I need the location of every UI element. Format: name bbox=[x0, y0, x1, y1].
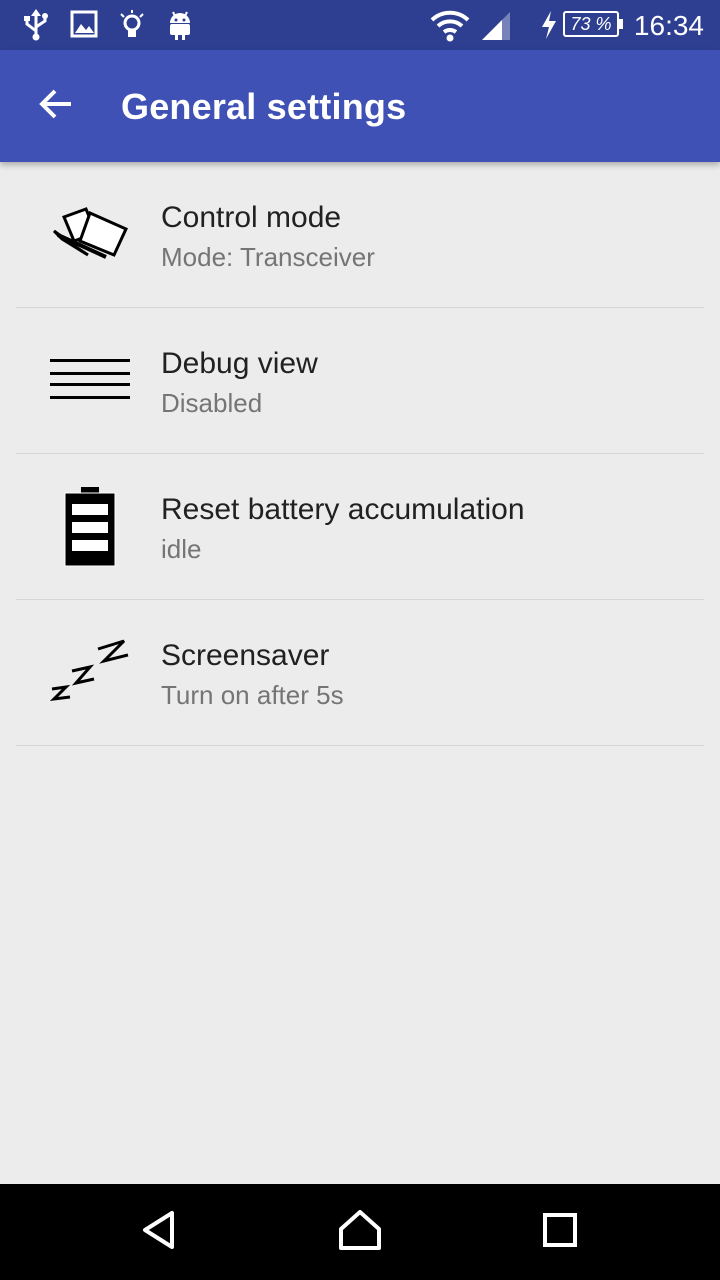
nav-recents-button[interactable] bbox=[520, 1202, 600, 1262]
setting-control-mode[interactable]: Control mode Mode: Transceiver bbox=[0, 162, 720, 308]
setting-title: Debug view bbox=[161, 347, 318, 380]
navigation-bar bbox=[0, 1184, 720, 1280]
setting-summary: idle bbox=[161, 534, 202, 564]
clock: 16:34 bbox=[633, 10, 704, 41]
battery-level: 73 % bbox=[563, 11, 623, 37]
nav-home-button[interactable] bbox=[320, 1202, 400, 1262]
setting-summary: Turn on after 5s bbox=[161, 680, 344, 710]
arrow-left-icon bbox=[38, 88, 74, 125]
charging-icon bbox=[540, 11, 558, 44]
sleep-zzz-icon bbox=[40, 633, 140, 713]
battery-icon bbox=[40, 487, 140, 567]
recents-icon bbox=[542, 1212, 578, 1253]
setting-debug-view[interactable]: Debug view Disabled bbox=[0, 308, 720, 454]
menu-lines-icon bbox=[40, 341, 140, 421]
status-bar: 73 % 16:34 bbox=[0, 0, 720, 50]
setting-screensaver[interactable]: Screensaver Turn on after 5s bbox=[0, 600, 720, 746]
setting-reset-battery[interactable]: Reset battery accumulation idle bbox=[0, 454, 720, 600]
setting-title: Screensaver bbox=[161, 639, 330, 672]
setting-title: Control mode bbox=[161, 201, 342, 234]
image-icon bbox=[70, 9, 98, 44]
setting-summary: Mode: Transceiver bbox=[161, 242, 375, 272]
signal-icon bbox=[480, 10, 512, 47]
nav-back-button[interactable] bbox=[120, 1202, 200, 1262]
control-mode-icon bbox=[40, 195, 140, 275]
setting-summary: Disabled bbox=[161, 388, 263, 418]
setting-title: Reset battery accumulation bbox=[161, 493, 525, 526]
wifi-icon bbox=[430, 8, 470, 47]
lightbulb-icon bbox=[118, 9, 146, 46]
divider bbox=[16, 745, 704, 746]
back-button[interactable] bbox=[24, 74, 88, 138]
home-icon bbox=[338, 1209, 382, 1256]
back-triangle-icon bbox=[140, 1210, 180, 1255]
usb-icon bbox=[22, 9, 50, 46]
settings-list: Control mode Mode: Transceiver Debug vie… bbox=[0, 162, 720, 746]
page-title: General settings bbox=[121, 86, 407, 127]
app-bar: General settings bbox=[0, 50, 720, 162]
android-icon bbox=[166, 9, 194, 46]
